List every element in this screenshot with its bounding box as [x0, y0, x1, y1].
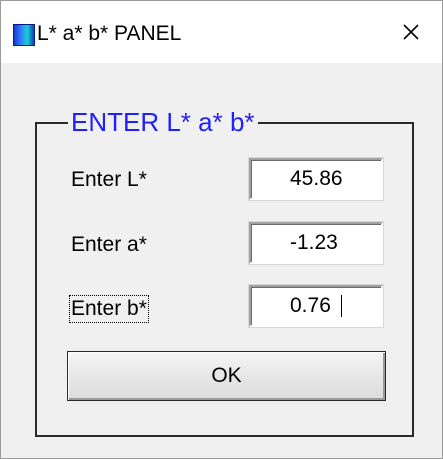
- groupbox-title: ENTER L* a* b*: [68, 107, 258, 137]
- input-a-star[interactable]: [249, 222, 383, 264]
- text-caret: [341, 295, 342, 317]
- dialog-client-area: ENTER L* a* b* Enter L* Enter a* Enter b…: [1, 63, 442, 458]
- close-icon: [403, 24, 419, 40]
- ok-button[interactable]: OK: [67, 351, 386, 401]
- label-l-star: Enter L*: [71, 168, 147, 191]
- app-icon: [13, 24, 35, 46]
- close-button[interactable]: [380, 1, 442, 63]
- input-l-star[interactable]: [249, 158, 383, 200]
- window-title: L* a* b* PANEL: [37, 22, 182, 45]
- lab-panel-window: L* a* b* PANEL ENTER L* a* b* Enter L* E…: [0, 0, 443, 459]
- label-a-star: Enter a*: [71, 233, 147, 256]
- label-b-star: Enter b*: [69, 295, 149, 323]
- input-b-star[interactable]: [249, 285, 383, 327]
- title-bar: L* a* b* PANEL: [1, 1, 442, 63]
